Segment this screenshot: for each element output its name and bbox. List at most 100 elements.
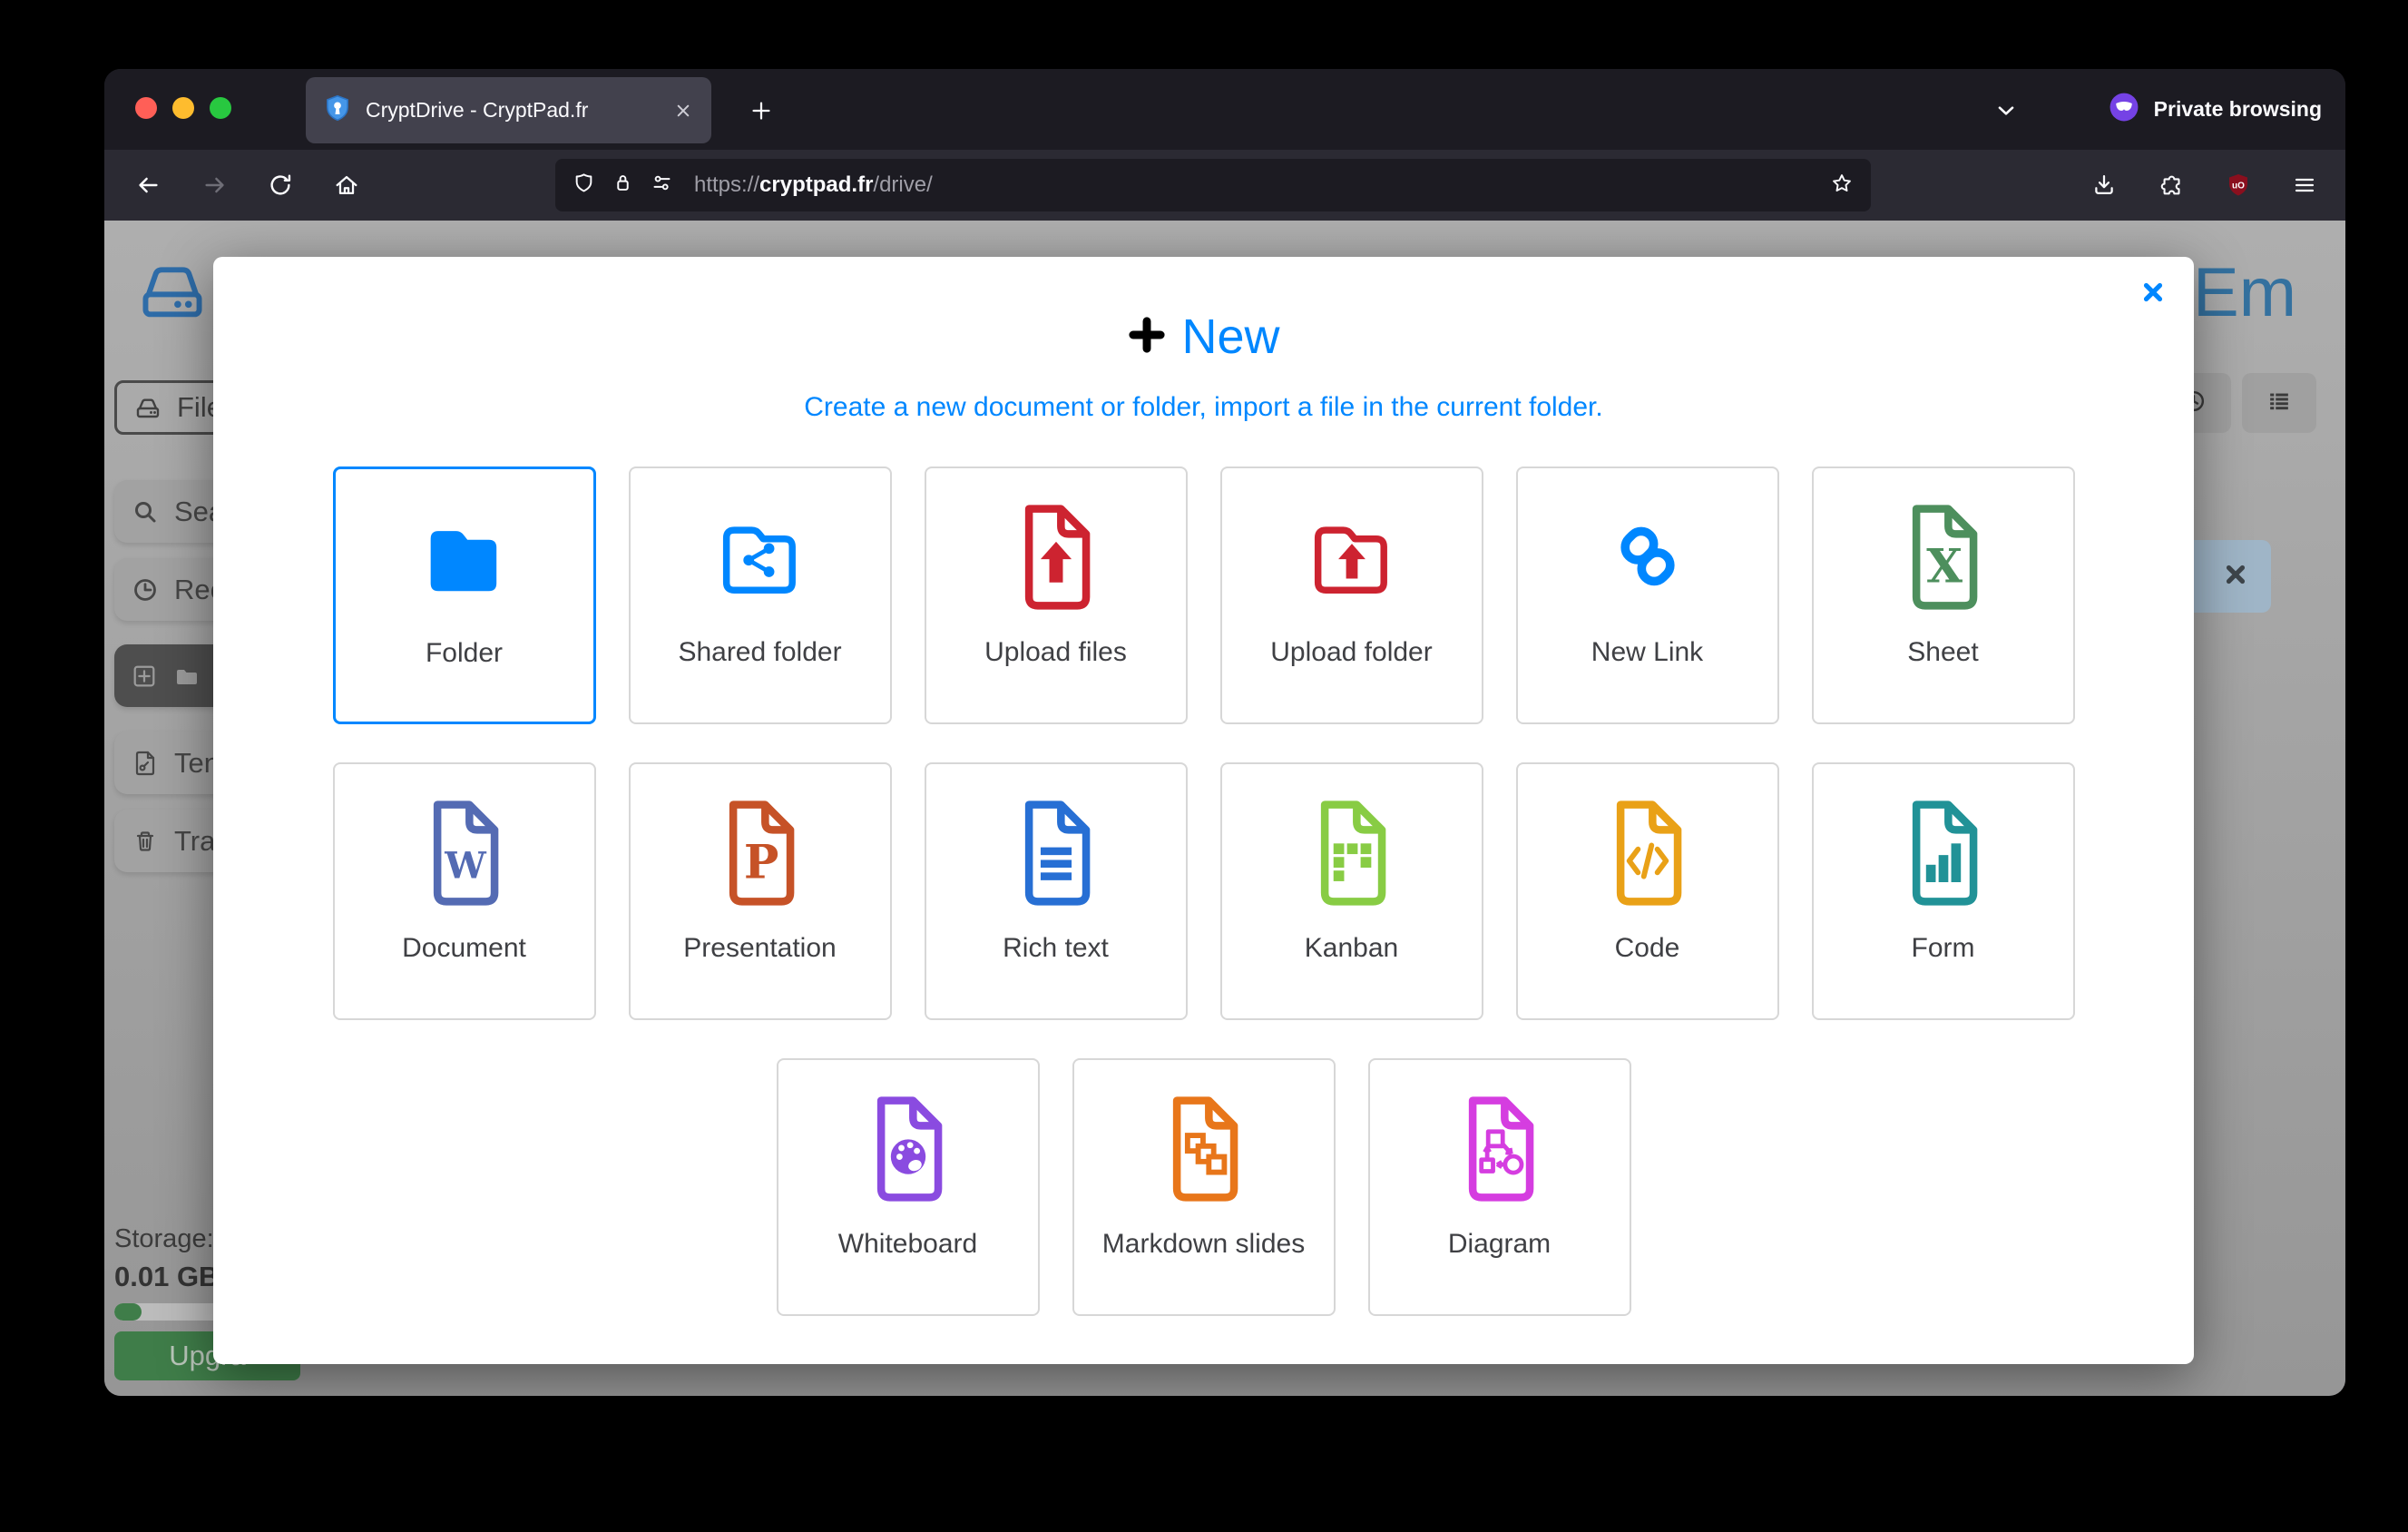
- file-letter-p-icon: P: [717, 795, 804, 911]
- storage-label: Storage:: [114, 1224, 214, 1254]
- browser-window: CryptDrive - CryptPad.fr Private browsin…: [104, 69, 2345, 1396]
- tile-rich-text[interactable]: Rich text: [925, 762, 1188, 1020]
- storage-progress-fill: [114, 1303, 142, 1321]
- file-code-icon: [1604, 795, 1691, 911]
- tile-label: Rich text: [1003, 933, 1109, 964]
- modal-title-row: New: [213, 307, 2194, 367]
- trash-icon: [131, 827, 160, 856]
- tab-list-chevron-icon[interactable]: [1984, 89, 2028, 133]
- url-bar[interactable]: https://cryptpad.fr/drive/: [555, 159, 1871, 211]
- file-letter-x-icon: X: [1900, 499, 1987, 615]
- permissions-icon[interactable]: [650, 171, 674, 200]
- tile-markdown-slides[interactable]: Markdown slides: [1072, 1058, 1336, 1316]
- tile-shared-folder[interactable]: Shared folder: [629, 466, 892, 724]
- tile-document[interactable]: W Document: [333, 762, 596, 1020]
- plus-icon: [1127, 315, 1167, 359]
- tile-new-link[interactable]: New Link: [1516, 466, 1779, 724]
- new-doc-grid: Folder Shared folder Upload files Upload fo…: [213, 466, 2194, 1316]
- tile-row: Folder Shared folder Upload files Upload fo…: [213, 466, 2194, 724]
- browser-tab[interactable]: CryptDrive - CryptPad.fr: [306, 77, 711, 143]
- svg-text:X: X: [1926, 540, 1963, 594]
- folder-solid-icon: [421, 500, 508, 616]
- reload-button[interactable]: [255, 160, 306, 211]
- tile-label: Whiteboard: [838, 1229, 977, 1260]
- close-icon: [2222, 561, 2249, 593]
- modal-title: New: [1181, 309, 1279, 365]
- file-palette-icon: [865, 1091, 952, 1207]
- cryptpad-favicon-icon: [322, 93, 353, 128]
- tile-label: Upload folder: [1270, 637, 1432, 668]
- downloads-button[interactable]: [2079, 160, 2129, 211]
- file-lines-icon: [1013, 795, 1100, 911]
- tile-label: Form: [1912, 933, 1975, 964]
- forward-button[interactable]: [190, 160, 240, 211]
- tile-row: Whiteboard Markdown slides Diagram: [213, 1058, 2194, 1316]
- file-upload-icon: [1013, 499, 1100, 615]
- svg-text:P: P: [743, 836, 778, 890]
- ublock-origin-button[interactable]: uO: [2213, 160, 2264, 211]
- tile-upload-folder[interactable]: Upload folder: [1220, 466, 1483, 724]
- cryptdrive-logo-icon: [138, 260, 207, 327]
- tile-label: Diagram: [1448, 1229, 1551, 1260]
- window-close-button[interactable]: [135, 97, 157, 119]
- window-minimize-button[interactable]: [172, 97, 194, 119]
- tile-diagram[interactable]: Diagram: [1368, 1058, 1631, 1316]
- lock-icon[interactable]: [611, 171, 635, 200]
- file-cascade-icon: [1160, 1091, 1248, 1207]
- private-browsing-badge: Private browsing: [2107, 69, 2322, 150]
- home-button[interactable]: [321, 160, 372, 211]
- link-icon: [1604, 499, 1691, 615]
- tab-bar: CryptDrive - CryptPad.fr Private browsin…: [104, 69, 2345, 150]
- tile-label: Sheet: [1907, 637, 1978, 668]
- user-name-label: Em: [2193, 253, 2296, 332]
- tile-label: Code: [1615, 933, 1680, 964]
- tile-label: Upload files: [984, 637, 1127, 668]
- tile-presentation[interactable]: P Presentation: [629, 762, 892, 1020]
- new-document-modal: New Create a new document or folder, imp…: [213, 257, 2194, 1364]
- file-chart-icon: [1900, 795, 1987, 911]
- tile-label: Shared folder: [678, 637, 841, 668]
- file-letter-w-icon: W: [421, 795, 508, 911]
- page-content: FileSeaRecDrTenTras Storage: 0.01 GB u U…: [104, 221, 2345, 1396]
- tile-label: Presentation: [683, 933, 836, 964]
- tab-close-icon[interactable]: [671, 99, 695, 123]
- navigation-toolbar: https://cryptpad.fr/drive/ uO: [104, 150, 2345, 221]
- file-kanban-icon: [1308, 795, 1395, 911]
- tile-code[interactable]: Code: [1516, 762, 1779, 1020]
- clock-icon: [131, 575, 160, 604]
- modal-subtitle: Create a new document or folder, import …: [213, 392, 2194, 428]
- tile-row: W Document P Presentation Rich text Kanban Cod…: [213, 762, 2194, 1020]
- tile-label: New Link: [1591, 637, 1703, 668]
- shield-icon[interactable]: [572, 171, 596, 200]
- file-wrench-icon: [131, 749, 160, 778]
- svg-text:uO: uO: [2232, 182, 2245, 192]
- folder-upload-icon: [1308, 499, 1395, 615]
- tile-upload-files[interactable]: Upload files: [925, 466, 1188, 724]
- list-view-button[interactable]: [2242, 373, 2316, 433]
- drive-small-icon: [133, 393, 162, 422]
- folder-small-icon: [172, 662, 201, 691]
- extensions-button[interactable]: [2147, 160, 2198, 211]
- bookmark-star-icon[interactable]: [1829, 171, 1855, 201]
- file-diagram-icon: [1456, 1091, 1543, 1207]
- new-tab-button[interactable]: [739, 89, 783, 133]
- tile-sheet[interactable]: X Sheet: [1812, 466, 2075, 724]
- tile-label: Markdown slides: [1102, 1229, 1305, 1260]
- window-controls: [135, 97, 231, 119]
- tile-label: Kanban: [1305, 933, 1398, 964]
- tile-folder[interactable]: Folder: [333, 466, 596, 724]
- plus-square-icon[interactable]: [131, 663, 158, 690]
- url-text: https://cryptpad.fr/drive/: [694, 172, 1815, 198]
- modal-close-icon[interactable]: [2139, 279, 2167, 310]
- folder-share-icon: [717, 499, 804, 615]
- menu-button[interactable]: [2279, 160, 2330, 211]
- tile-kanban[interactable]: Kanban: [1220, 762, 1483, 1020]
- tile-label: Document: [402, 933, 526, 964]
- tile-whiteboard[interactable]: Whiteboard: [777, 1058, 1040, 1316]
- tile-label: Folder: [426, 638, 503, 669]
- tile-form[interactable]: Form: [1812, 762, 2075, 1020]
- back-button[interactable]: [122, 160, 173, 211]
- list-view-icon: [2266, 388, 2293, 419]
- window-zoom-button[interactable]: [210, 97, 231, 119]
- private-browsing-label: Private browsing: [2154, 97, 2322, 122]
